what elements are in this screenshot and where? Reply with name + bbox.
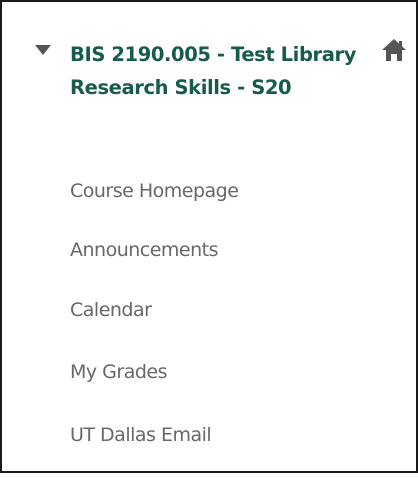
course-header: BIS 2190.005 - Test Library Research Ski… [32,36,412,176]
course-title[interactable]: BIS 2190.005 - Test Library Research Ski… [70,38,370,104]
nav-item-ut-dallas-email[interactable]: UT Dallas Email [70,416,238,478]
course-nav-list: Course Homepage Announcements Calendar M… [70,172,239,478]
nav-item-label: UT Dallas Email [70,424,212,446]
collapse-toggle[interactable] [32,42,54,60]
nav-item-calendar[interactable]: Calendar [70,291,238,353]
home-button[interactable] [380,37,408,63]
nav-item-my-grades[interactable]: My Grades [70,353,238,416]
nav-item-course-homepage[interactable]: Course Homepage [70,172,239,231]
nav-item-label: Course Homepage [70,180,239,202]
nav-item-label: My Grades [70,361,168,383]
course-menu-panel: BIS 2190.005 - Test Library Research Ski… [0,0,418,473]
nav-item-label: Announcements [70,239,219,261]
home-icon [382,39,406,61]
nav-item-label: Calendar [70,299,152,321]
nav-item-announcements[interactable]: Announcements [70,231,238,291]
caret-down-icon [35,45,51,55]
